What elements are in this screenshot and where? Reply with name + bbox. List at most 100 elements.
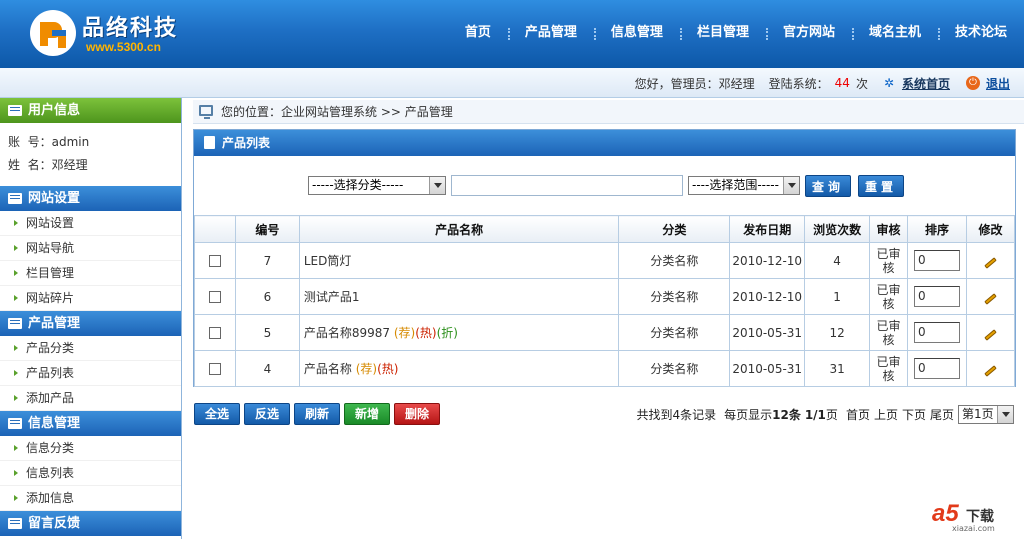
logout-link[interactable]: 退出 — [986, 75, 1010, 92]
row-audit[interactable]: 已审核 — [877, 283, 901, 311]
row-audit[interactable]: 已审核 — [877, 319, 901, 347]
sort-input[interactable]: 0 — [914, 250, 960, 271]
row-views: 1 — [804, 278, 871, 315]
row-checkbox[interactable] — [208, 363, 221, 375]
logo-url: www.5300.cn — [86, 40, 161, 54]
name-row: 姓 名：邓经理 — [8, 154, 181, 177]
hot-tag: (热) — [415, 326, 437, 340]
logo[interactable]: 品络科技 www.5300.cn — [28, 6, 238, 62]
delete-button[interactable]: 删除 — [394, 403, 440, 425]
col-select — [194, 215, 236, 243]
row-name[interactable]: 测试产品1 — [304, 290, 360, 304]
login-unit: 次 — [855, 76, 868, 91]
next-page-link[interactable]: 下页 — [902, 406, 926, 423]
per-page-count: 12条 — [772, 407, 801, 422]
account-value: admin — [51, 135, 90, 149]
sidebar-user-title: 用户信息 — [28, 103, 81, 118]
name-value: 邓经理 — [51, 158, 88, 172]
last-page-link[interactable]: 尾页 — [930, 406, 954, 423]
row-audit[interactable]: 已审核 — [877, 247, 901, 275]
recommend-tag: (荐) — [355, 362, 378, 376]
col-audit: 审核 — [869, 215, 909, 243]
sidebar-group-site-settings[interactable]: 网站设置 — [0, 186, 181, 211]
row-checkbox[interactable] — [208, 255, 221, 267]
sidebar-item-site-settings[interactable]: 网站设置 — [0, 211, 181, 236]
nav-home[interactable]: 首页 — [448, 0, 508, 68]
row-name[interactable]: 产品名称 — [304, 362, 352, 376]
watermark: a5 下载 xiazai.com — [932, 500, 1012, 534]
range-select[interactable]: ----选择范围----- — [688, 176, 800, 195]
sidebar-group-feedback[interactable]: 留言反馈 — [0, 511, 181, 536]
row-date: 2010-05-31 — [729, 350, 806, 387]
invert-selection-button[interactable]: 反选 — [244, 403, 290, 425]
user-card-icon — [8, 105, 22, 116]
sidebar-item-info-category[interactable]: 信息分类 — [0, 436, 181, 461]
sort-input[interactable]: 0 — [914, 358, 960, 379]
row-id: 4 — [234, 350, 300, 387]
sidebar-group-info[interactable]: 信息管理 — [0, 411, 181, 436]
chevron-down-icon — [997, 405, 1013, 423]
row-audit[interactable]: 已审核 — [877, 355, 901, 383]
chevron-down-icon — [783, 177, 799, 194]
audit-text: 核 — [882, 260, 895, 275]
user-info: 账 号：admin 姓 名：邓经理 — [0, 123, 181, 186]
nav-domain-host[interactable]: 域名主机 — [851, 0, 938, 68]
search-button[interactable]: 查询 — [805, 174, 851, 197]
breadcrumb-path: 企业网站管理系统 >> 产品管理 — [281, 105, 453, 119]
first-page-link[interactable]: 首页 — [846, 406, 870, 423]
sidebar-item-fragments[interactable]: 网站碎片 — [0, 286, 181, 311]
table-row: 4 产品名称 (荐)(热) 分类名称 2010-05-31 31 已审核 0 — [194, 350, 1016, 387]
page-select[interactable]: 第1页 — [958, 404, 1014, 424]
keyword-input[interactable] — [451, 175, 683, 196]
category-select[interactable]: -----选择分类----- — [308, 176, 446, 195]
row-checkbox[interactable] — [208, 291, 221, 303]
sidebar-item-add-info[interactable]: 添加信息 — [0, 486, 181, 511]
row-checkbox[interactable] — [208, 327, 221, 339]
row-category: 分类名称 — [618, 242, 731, 279]
add-button[interactable]: 新增 — [344, 403, 390, 425]
refresh-button[interactable]: 刷新 — [294, 403, 340, 425]
row-views: 4 — [804, 242, 871, 279]
row-id: 6 — [234, 278, 300, 315]
nav-official-site[interactable]: 官方网站 — [765, 0, 852, 68]
pencil-icon[interactable] — [984, 328, 997, 341]
sidebar-item-add-product[interactable]: 添加产品 — [0, 386, 181, 411]
nav-columns[interactable]: 栏目管理 — [679, 0, 766, 68]
sort-input[interactable]: 0 — [914, 286, 960, 307]
nav-info[interactable]: 信息管理 — [593, 0, 680, 68]
nav-forum[interactable]: 技术论坛 — [937, 0, 1024, 68]
document-icon — [204, 136, 215, 149]
row-name[interactable]: 产品名称89987 — [304, 326, 390, 340]
product-list-panel: 产品列表 -----选择分类----- ----选择范围----- 查询 重置 … — [193, 129, 1016, 387]
sort-input[interactable]: 0 — [914, 322, 960, 343]
nav-products[interactable]: 产品管理 — [507, 0, 594, 68]
home-icon: ✲ — [883, 76, 895, 90]
row-views: 12 — [804, 314, 871, 351]
login-count: 44 — [834, 76, 850, 90]
sidebar-item-product-list[interactable]: 产品列表 — [0, 361, 181, 386]
row-date: 2010-12-10 — [729, 278, 806, 315]
sidebar-group-products[interactable]: 产品管理 — [0, 311, 181, 336]
prev-page-link[interactable]: 上页 — [874, 406, 898, 423]
sidebar-group-title: 产品管理 — [28, 316, 81, 331]
col-category: 分类 — [618, 215, 731, 243]
sidebar-item-columns[interactable]: 栏目管理 — [0, 261, 181, 286]
pencil-icon[interactable] — [984, 256, 997, 269]
sidebar-item-site-nav[interactable]: 网站导航 — [0, 236, 181, 261]
pencil-icon[interactable] — [984, 292, 997, 305]
sidebar-item-info-list[interactable]: 信息列表 — [0, 461, 181, 486]
reset-button[interactable]: 重置 — [858, 174, 904, 197]
sidebar-item-product-category[interactable]: 产品分类 — [0, 336, 181, 361]
product-table: 编号 产品名称 分类 发布日期 浏览次数 审核 排序 修改 7 LED筒灯 分类… — [194, 215, 1016, 387]
system-home-link[interactable]: 系统首页 — [902, 75, 950, 92]
pencil-icon[interactable] — [984, 364, 997, 377]
row-name[interactable]: LED筒灯 — [304, 254, 352, 268]
table-row: 5 产品名称89987 (荐)(热)(折) 分类名称 2010-05-31 12… — [194, 314, 1016, 351]
select-all-button[interactable]: 全选 — [194, 403, 240, 425]
logo-name: 品络科技 — [82, 16, 179, 41]
col-date: 发布日期 — [729, 215, 806, 243]
page-select-value: 第1页 — [962, 406, 994, 421]
power-icon: ⏻ — [965, 76, 980, 90]
cart-icon — [8, 318, 22, 329]
category-select-value: -----选择分类----- — [312, 178, 404, 192]
